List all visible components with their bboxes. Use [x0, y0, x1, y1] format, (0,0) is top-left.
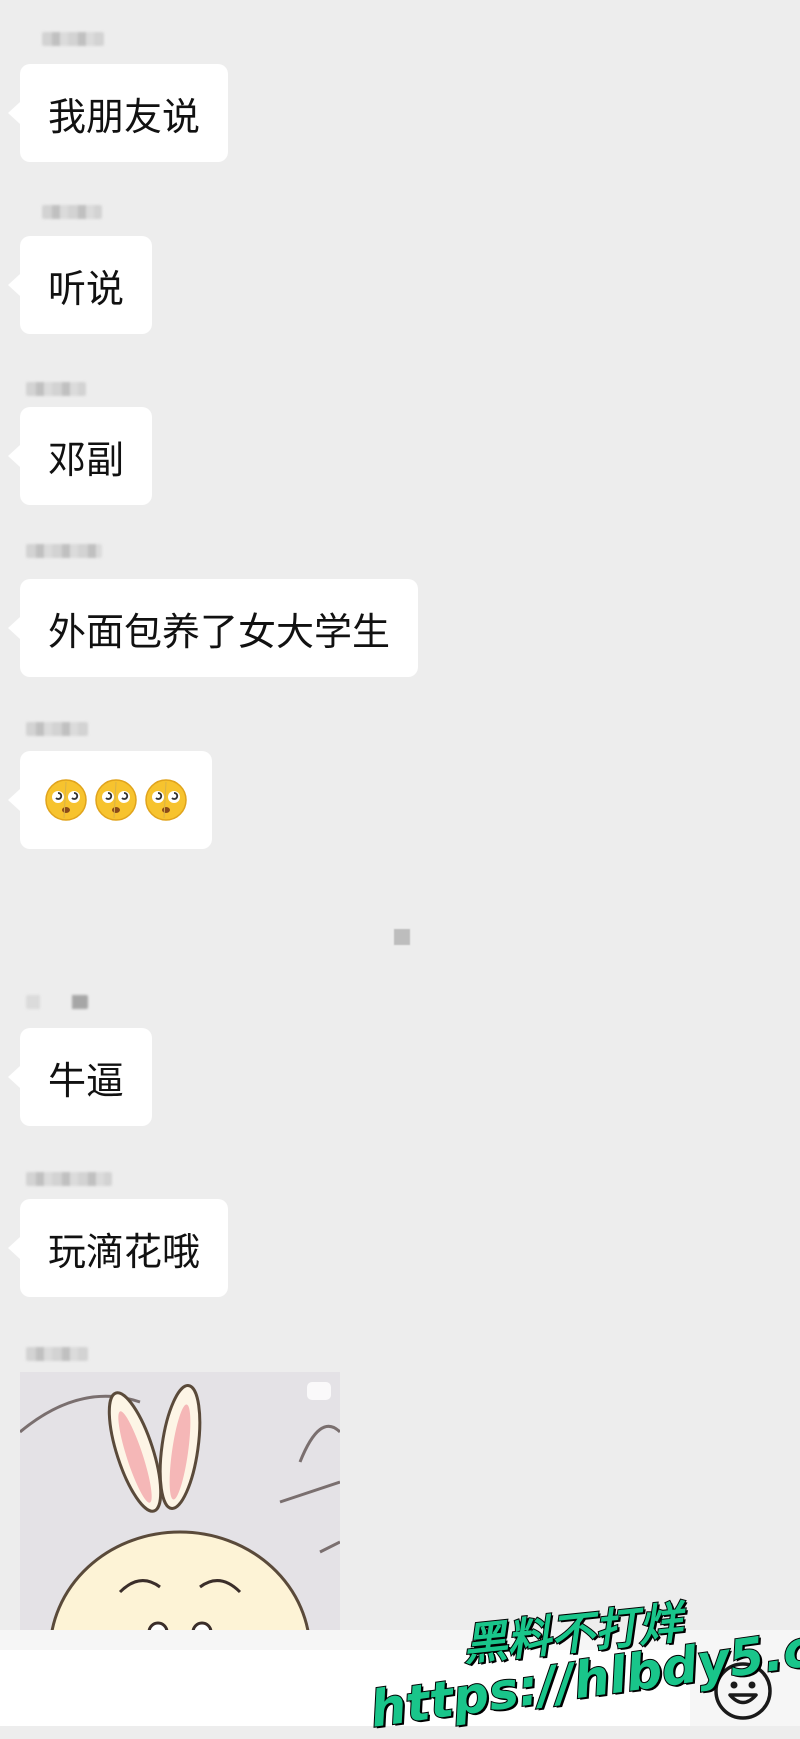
message-bubble[interactable]: 听说: [7, 236, 153, 334]
message-text: 外面包养了女大学生: [48, 609, 391, 654]
sender-name-redacted: [26, 995, 88, 1009]
emoji-message-bubble[interactable]: [8, 751, 212, 849]
sender-name-redacted: [26, 1172, 112, 1186]
message-text: 邓副: [48, 437, 125, 482]
message-text: 听说: [48, 266, 125, 311]
message-bubble[interactable]: 外面包养了女大学生: [7, 579, 419, 677]
dizzy-face-emoji: [45, 779, 87, 821]
message-bubble[interactable]: 牛逼: [7, 1028, 153, 1126]
message-text: 玩滴花哦: [48, 1229, 201, 1274]
message-text: 牛逼: [48, 1058, 125, 1103]
message-text: 我朋友说: [48, 94, 201, 139]
sender-name-redacted: [42, 32, 104, 46]
message-bubble[interactable]: 我朋友说: [7, 64, 229, 162]
sender-name-redacted: [42, 205, 102, 219]
message-bubble[interactable]: 玩滴花哦: [7, 1199, 229, 1297]
system-notice-redacted: [394, 929, 410, 945]
sender-name-redacted: [26, 1347, 88, 1361]
message-bubble[interactable]: 邓副: [7, 407, 153, 505]
dizzy-face-emoji: [145, 779, 187, 821]
sender-name-redacted: [26, 722, 88, 736]
sender-name-redacted: [26, 544, 102, 558]
dizzy-face-emoji: [95, 779, 137, 821]
sender-name-redacted: [26, 382, 86, 396]
